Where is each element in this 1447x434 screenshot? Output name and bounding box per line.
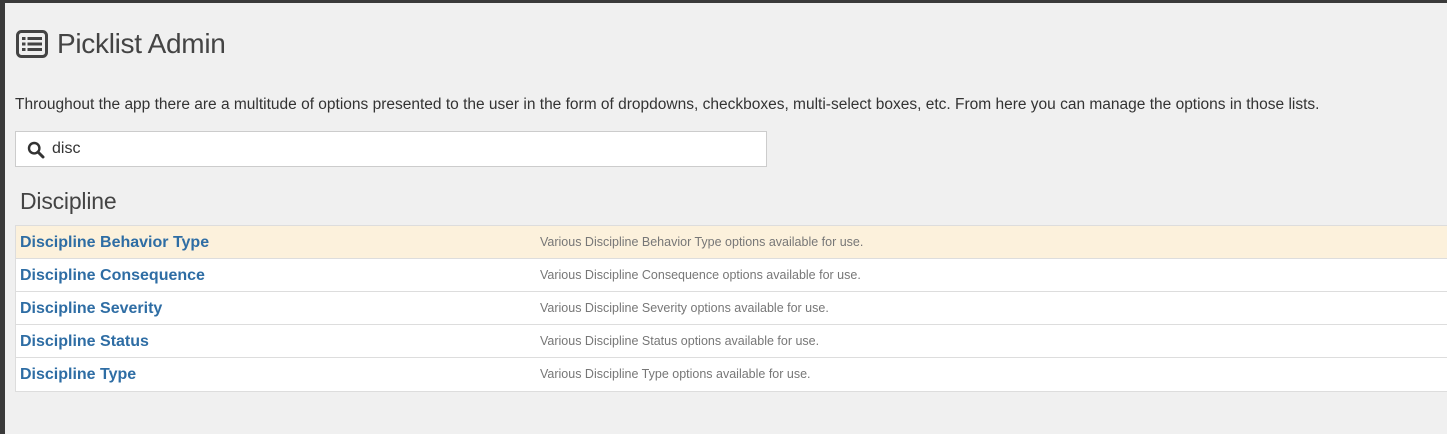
table-row[interactable]: Discipline Status Various Discipline Sta…	[16, 325, 1447, 358]
search-input[interactable]	[52, 132, 752, 166]
picklist-table: Discipline Behavior Type Various Discipl…	[15, 225, 1447, 392]
list-alt-icon	[16, 30, 48, 58]
window-frame-left	[0, 0, 5, 434]
search-icon	[27, 141, 45, 159]
picklist-link-discipline-severity[interactable]: Discipline Severity	[20, 299, 162, 319]
row-description: Various Discipline Type options availabl…	[540, 367, 811, 381]
search-box[interactable]	[15, 131, 767, 167]
table-row[interactable]: Discipline Behavior Type Various Discipl…	[16, 226, 1447, 259]
picklist-link-discipline-consequence[interactable]: Discipline Consequence	[20, 266, 205, 286]
page-header: Picklist Admin	[16, 26, 226, 62]
section-title: Discipline	[20, 188, 117, 214]
table-row[interactable]: Discipline Type Various Discipline Type …	[16, 358, 1447, 391]
window-frame-top	[0, 0, 1447, 3]
row-description: Various Discipline Behavior Type options…	[540, 235, 864, 249]
row-description: Various Discipline Severity options avai…	[540, 301, 829, 315]
table-row[interactable]: Discipline Severity Various Discipline S…	[16, 292, 1447, 325]
row-description: Various Discipline Status options availa…	[540, 334, 820, 348]
picklist-link-discipline-type[interactable]: Discipline Type	[20, 365, 136, 385]
table-row[interactable]: Discipline Consequence Various Disciplin…	[16, 259, 1447, 292]
picklist-link-discipline-status[interactable]: Discipline Status	[20, 332, 149, 352]
picklist-link-discipline-behavior-type[interactable]: Discipline Behavior Type	[20, 233, 209, 253]
page-title: Picklist Admin	[57, 28, 226, 59]
intro-text: Throughout the app there are a multitude…	[15, 96, 1320, 113]
row-description: Various Discipline Consequence options a…	[540, 268, 861, 282]
